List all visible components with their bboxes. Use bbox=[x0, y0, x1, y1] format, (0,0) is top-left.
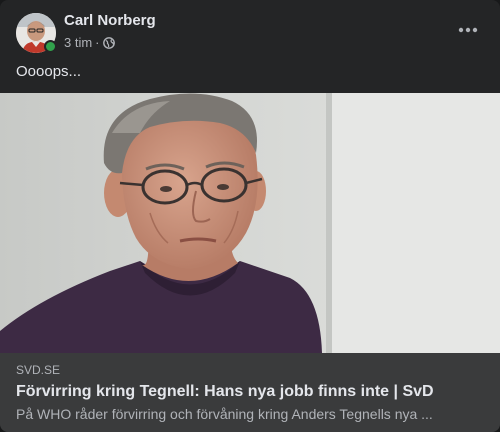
meta-separator: · bbox=[95, 35, 100, 50]
link-preview-image[interactable] bbox=[0, 93, 500, 353]
post-timestamp[interactable]: 3 tim bbox=[64, 35, 92, 51]
online-status-dot bbox=[44, 40, 57, 53]
portrait-photo bbox=[0, 93, 500, 353]
link-description: På WHO råder förvirring och förvåning kr… bbox=[16, 406, 433, 422]
post-header: Carl Norberg 3 tim · bbox=[0, 0, 500, 58]
more-horizontal-icon bbox=[458, 27, 478, 33]
globe-icon[interactable] bbox=[102, 37, 115, 49]
link-domain: SVD.SE bbox=[16, 363, 61, 377]
post-text: Oooops... bbox=[16, 63, 82, 80]
author-name[interactable]: Carl Norberg bbox=[64, 12, 156, 30]
link-preview-footer[interactable]: SVD.SE Förvirring kring Tegnell: Hans ny… bbox=[0, 353, 500, 432]
link-title[interactable]: Förvirring kring Tegnell: Hans nya jobb … bbox=[16, 381, 484, 403]
feed-post: Carl Norberg 3 tim · Oooops... SVD.SE Fö… bbox=[0, 0, 500, 432]
post-meta: 3 tim · bbox=[64, 35, 115, 51]
more-options-button[interactable] bbox=[450, 18, 486, 42]
